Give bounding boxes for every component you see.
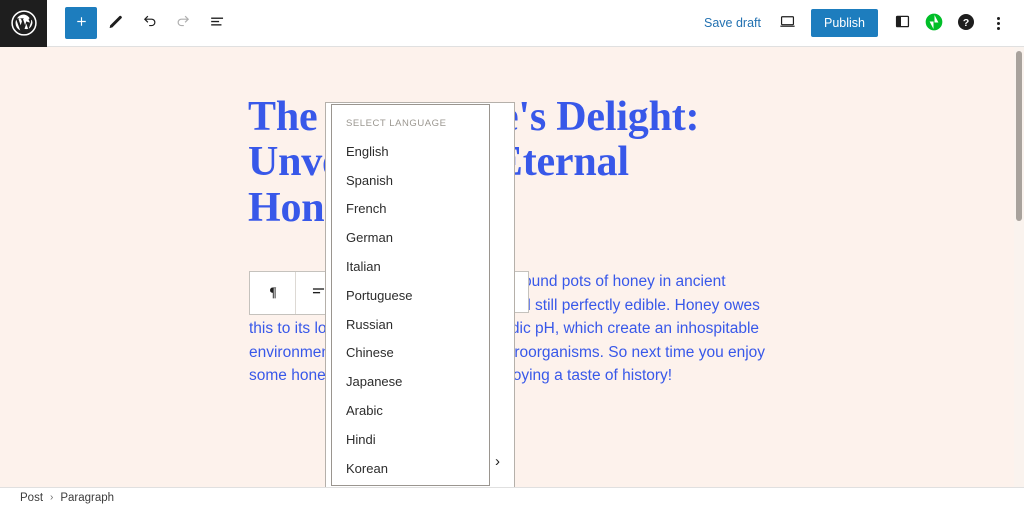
- editor-canvas-inner: The Honey Bee's Delight: Unveiling the E…: [0, 47, 1014, 487]
- canvas-scrollbar[interactable]: [1014, 47, 1024, 487]
- publish-button[interactable]: Publish: [811, 9, 878, 37]
- chevron-right-icon: ›: [495, 452, 500, 470]
- jetpack-button[interactable]: [918, 7, 950, 39]
- breadcrumb-item-paragraph[interactable]: Paragraph: [60, 492, 114, 504]
- language-option[interactable]: German: [332, 223, 489, 252]
- list-view-button[interactable]: [201, 7, 233, 39]
- language-option[interactable]: Chinese: [332, 339, 489, 368]
- select-language-header: SELECT LANGUAGE: [346, 118, 447, 129]
- jetpack-icon: [924, 12, 944, 35]
- language-option[interactable]: Spanish: [332, 166, 489, 195]
- block-type-paragraph-button[interactable]: ¶: [250, 272, 295, 314]
- editor-options-button[interactable]: [982, 7, 1014, 39]
- pencil-icon: [106, 12, 125, 34]
- language-option-label: French: [346, 201, 387, 217]
- three-dots-vertical-icon: [996, 16, 1000, 30]
- add-block-button[interactable]: [65, 7, 97, 39]
- language-option-label: Portuguese: [346, 287, 413, 303]
- language-option[interactable]: Japanese: [332, 367, 489, 396]
- language-option[interactable]: Arabic: [332, 396, 489, 425]
- breadcrumb-separator-icon: ›: [50, 492, 54, 503]
- toolbar-right-group: Save draft Publish ?: [694, 7, 1024, 39]
- language-option[interactable]: Portuguese: [332, 281, 489, 310]
- redo-arrow-icon: [174, 12, 193, 34]
- language-option-label: Italian: [346, 259, 381, 275]
- language-option-label: Arabic: [346, 403, 383, 419]
- plus-icon: [73, 13, 90, 33]
- svg-text:?: ?: [963, 17, 969, 28]
- desktop-preview-icon: [778, 12, 797, 34]
- help-circle-icon: ?: [956, 12, 976, 35]
- wordpress-logo-icon[interactable]: [0, 0, 47, 47]
- svg-text:¶: ¶: [269, 284, 276, 299]
- language-option[interactable]: Russian: [332, 310, 489, 339]
- redo-button[interactable]: [167, 7, 199, 39]
- language-option[interactable]: Italian: [332, 252, 489, 281]
- language-option-label: Spanish: [346, 172, 393, 188]
- settings-sidebar-toggle[interactable]: [886, 7, 918, 39]
- language-option-label: German: [346, 230, 393, 246]
- language-option[interactable]: Hindi: [332, 425, 489, 454]
- sidebar-panel-icon: [893, 12, 912, 34]
- document-outline-icon: [208, 12, 227, 34]
- breadcrumb: Post › Paragraph: [0, 487, 1024, 507]
- language-list: English Spanish French German Italian Portugu…: [332, 137, 489, 483]
- language-option-label: Russian: [346, 316, 393, 332]
- language-option-label: Hindi: [346, 431, 376, 447]
- save-draft-button[interactable]: Save draft: [694, 10, 771, 36]
- editor-canvas: The Honey Bee's Delight: Unveiling the E…: [0, 47, 1024, 487]
- undo-button[interactable]: [133, 7, 165, 39]
- language-option-label: Japanese: [346, 374, 403, 390]
- language-option[interactable]: French: [332, 195, 489, 224]
- paragraph-pilcrow-icon: ¶: [264, 283, 282, 304]
- tools-edit-button[interactable]: [99, 7, 131, 39]
- toolbar-left-group: [65, 7, 233, 39]
- editor-top-toolbar: Save draft Publish ?: [0, 0, 1024, 47]
- select-language-submenu: SELECT LANGUAGE English Spanish French Germ…: [331, 104, 490, 486]
- canvas-scrollbar-thumb[interactable]: [1016, 51, 1022, 221]
- language-option-label: Korean: [346, 460, 388, 476]
- language-option-label: English: [346, 143, 389, 159]
- language-option[interactable]: Korean: [332, 454, 489, 483]
- undo-arrow-icon: [140, 12, 159, 34]
- breadcrumb-item-post[interactable]: Post: [20, 492, 43, 504]
- wordpress-block-editor: Save draft Publish ? The Delight: Eterna…: [0, 0, 1024, 507]
- help-button[interactable]: ?: [950, 7, 982, 39]
- language-option[interactable]: English: [332, 137, 489, 166]
- preview-button[interactable]: [771, 7, 803, 39]
- language-option-label: Chinese: [346, 345, 394, 361]
